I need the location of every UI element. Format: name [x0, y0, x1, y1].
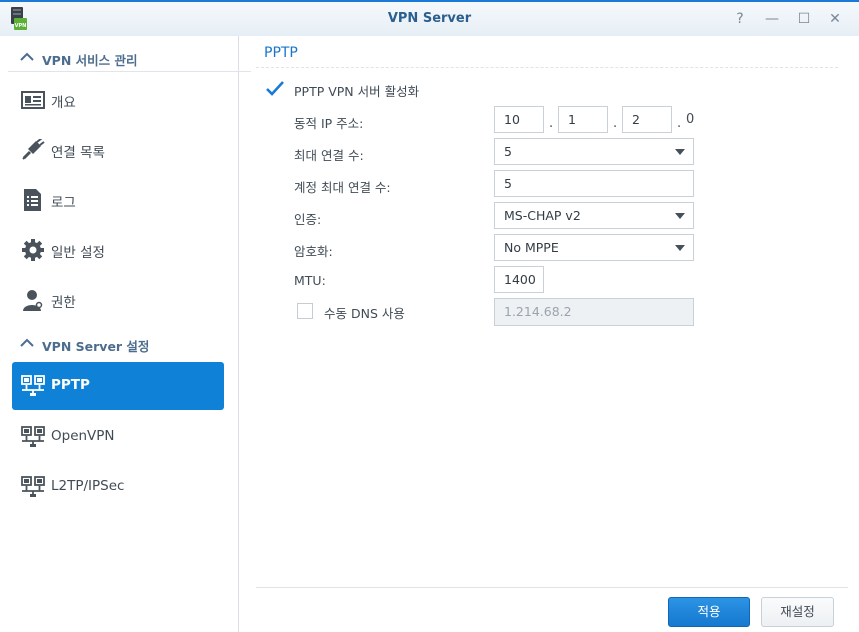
chevron-up-icon: [20, 338, 34, 347]
dropdown-arrow-icon: [675, 245, 685, 251]
sidebar-item-log[interactable]: 로그: [12, 176, 224, 224]
max-connections-value: 5: [504, 144, 512, 159]
mtu-label: MTU:: [294, 273, 326, 288]
sidebar-item-label: PPTP: [51, 377, 90, 393]
sidebar-item-label: OpenVPN: [51, 428, 115, 444]
section-label: VPN Server 설정: [42, 339, 150, 354]
sidebar-item-label: 일반 설정: [51, 245, 105, 261]
close-button[interactable]: ✕: [826, 10, 844, 28]
auth-label: 인증:: [294, 212, 322, 227]
maximize-button[interactable]: ☐: [795, 10, 813, 28]
title-bar[interactable]: VPN VPN Server ? — ☐ ✕: [0, 0, 859, 36]
user-key-icon: [23, 290, 43, 311]
ip-separator: .: [613, 116, 618, 131]
plug-icon: [22, 139, 45, 160]
network-icon: [21, 476, 45, 497]
max-per-account-label: 계정 최대 연결 수:: [294, 180, 391, 195]
max-connections-select[interactable]: 5: [494, 138, 694, 165]
checkmark-icon: [266, 81, 284, 96]
network-icon: [21, 426, 45, 447]
section-header-vpn-service[interactable]: VPN 서비스 관리: [8, 43, 251, 73]
ip-octet-3-input[interactable]: 2: [622, 106, 672, 133]
sidebar-item-privileges[interactable]: 권한: [12, 276, 224, 324]
main-panel: PPTP PPTP VPN 서버 활성화 동적 IP 주소: 10 . 1 . …: [256, 36, 838, 632]
dropdown-arrow-icon: [675, 213, 685, 219]
minimize-button[interactable]: —: [763, 10, 781, 28]
footer-divider: [256, 587, 848, 588]
max-per-account-input[interactable]: 5: [494, 170, 694, 197]
manual-dns-input[interactable]: 1.214.68.2: [494, 298, 694, 326]
sidebar-item-label: 개요: [51, 95, 76, 111]
ip-separator: .: [549, 116, 554, 131]
sidebar-item-connection-list[interactable]: 연결 목록: [12, 126, 224, 174]
auth-value: MS-CHAP v2: [504, 208, 581, 223]
encryption-select[interactable]: No MPPE: [494, 234, 694, 261]
reset-button[interactable]: 재설정: [761, 597, 834, 627]
sidebar-item-pptp[interactable]: PPTP: [12, 362, 224, 410]
manual-dns-checkbox[interactable]: [297, 303, 313, 319]
ip-separator: .: [677, 116, 682, 131]
sidebar-item-general-settings[interactable]: 일반 설정: [12, 226, 224, 274]
dynamic-ip-label: 동적 IP 주소:: [294, 116, 364, 131]
sidebar-item-label: L2TP/IPSec: [51, 478, 125, 494]
section-label: VPN 서비스 관리: [42, 53, 138, 68]
sidebar-item-label: 연결 목록: [51, 145, 105, 161]
network-icon: [21, 375, 45, 396]
section-divider: [8, 71, 251, 72]
apply-button[interactable]: 적용: [668, 597, 750, 627]
log-document-icon: [24, 189, 41, 211]
sidebar-item-openvpn[interactable]: OpenVPN: [12, 413, 224, 461]
ip-octet-2-input[interactable]: 1: [558, 106, 608, 133]
sidebar-item-l2tp-ipsec[interactable]: L2TP/IPSec: [12, 463, 224, 511]
vpn-server-window: VPN VPN Server ? — ☐ ✕ VPN 서비스 관리 개요 연결 …: [0, 0, 859, 632]
mtu-input[interactable]: 1400: [494, 266, 544, 293]
ip-octet-1-input[interactable]: 10: [494, 106, 544, 133]
page-title: PPTP: [264, 45, 298, 61]
chevron-up-icon: [20, 52, 34, 61]
dropdown-arrow-icon: [675, 149, 685, 155]
help-button[interactable]: ?: [731, 10, 749, 28]
enable-pptp-checkbox[interactable]: [266, 81, 284, 97]
max-connections-label: 최대 연결 수:: [294, 148, 364, 163]
auth-select[interactable]: MS-CHAP v2: [494, 202, 694, 229]
section-header-vpn-server-settings[interactable]: VPN Server 설정: [8, 329, 251, 359]
sidebar-item-label: 권한: [51, 295, 76, 311]
overview-card-icon: [21, 91, 45, 109]
sidebar-item-label: 로그: [51, 195, 76, 211]
gear-icon: [22, 239, 44, 261]
encryption-value: No MPPE: [504, 240, 559, 255]
enable-pptp-label[interactable]: PPTP VPN 서버 활성화: [294, 81, 419, 100]
title-divider: [256, 67, 838, 68]
encryption-label: 암호화:: [294, 244, 333, 259]
sidebar-item-overview[interactable]: 개요: [12, 76, 224, 124]
sidebar: VPN 서비스 관리 개요 연결 목록 로그 일반 설정 권한 VPN Serv…: [0, 36, 251, 632]
ip-octet-4-value: 0: [686, 112, 695, 127]
manual-dns-label[interactable]: 수동 DNS 사용: [324, 303, 405, 322]
